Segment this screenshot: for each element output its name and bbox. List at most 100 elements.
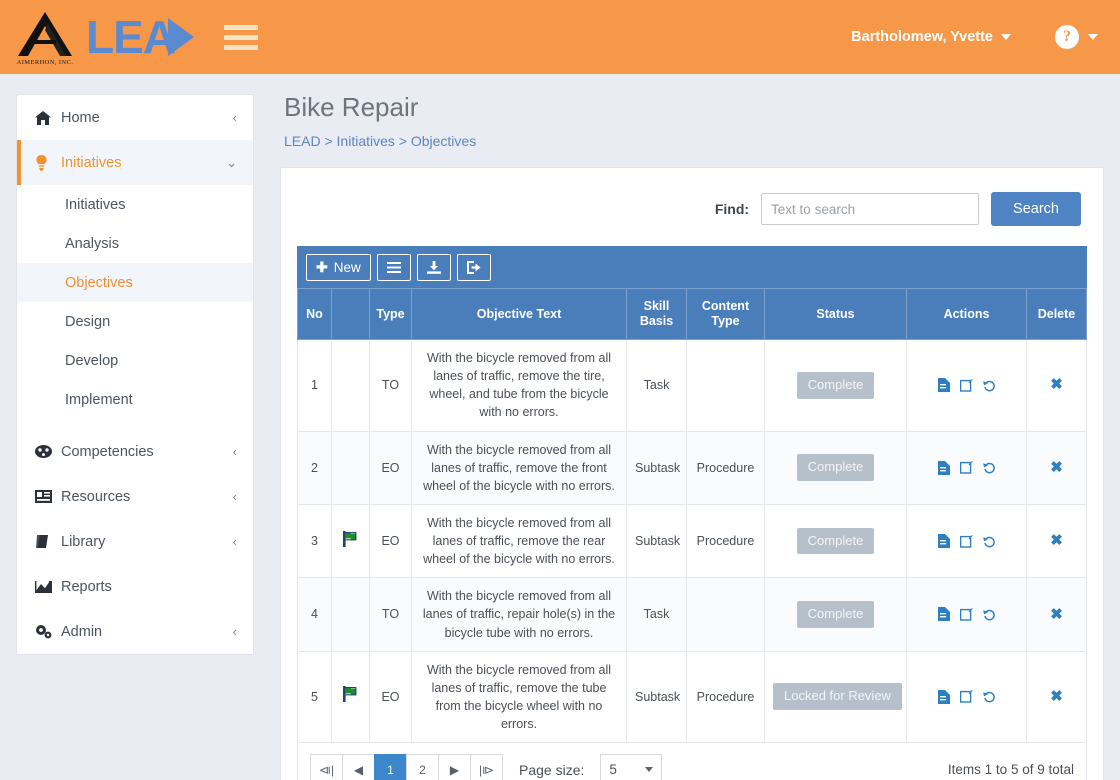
history-icon[interactable] xyxy=(982,535,996,548)
document-icon[interactable] xyxy=(937,607,950,622)
history-icon[interactable] xyxy=(982,690,996,703)
sidebar-item-label: Competencies xyxy=(61,443,154,460)
sidebar-item-reports[interactable]: Reports xyxy=(17,564,253,609)
next-page-button[interactable]: ▶ xyxy=(438,754,471,780)
document-icon[interactable] xyxy=(937,534,950,549)
sidebar-item-label: Library xyxy=(61,533,106,550)
sidebar-item-home[interactable]: Home ‹ xyxy=(17,95,253,140)
cell-status: Complete xyxy=(764,577,907,652)
sidebar-item-initiatives[interactable]: Initiatives ⌄ xyxy=(17,140,253,185)
sidebar-item-competencies[interactable]: Competencies ‹ xyxy=(17,429,253,474)
objectives-panel: Find: Search ✚ New xyxy=(280,167,1104,780)
brand-logo[interactable]: AIMERHON, INC. LEA xyxy=(0,10,194,66)
prev-page-button[interactable]: ◀ xyxy=(342,754,375,780)
page-title: Bike Repair xyxy=(284,92,419,122)
import-arrow-icon[interactable] xyxy=(456,254,491,281)
cell-actions xyxy=(906,650,1027,744)
sidebar-subitem-initiatives[interactable]: Initiatives xyxy=(17,185,253,224)
th-type[interactable]: Type xyxy=(369,288,412,340)
th-content-type[interactable]: Content Type xyxy=(686,288,765,340)
table-row[interactable]: 4 TO With the bicycle removed from all l… xyxy=(297,577,1087,652)
puzzle-icon xyxy=(35,445,61,458)
sidebar-item-label: Reports xyxy=(61,578,112,595)
list-menu-icon[interactable] xyxy=(376,254,411,281)
sidebar-item-library[interactable]: Library ‹ xyxy=(17,519,253,564)
lead-arrow-glyph xyxy=(168,18,194,56)
hamburger-bar xyxy=(224,44,258,50)
sidebar-subitem-design[interactable]: Design xyxy=(17,302,253,341)
sidebar-item-label: Resources xyxy=(61,488,131,505)
page-2-button[interactable]: 2 xyxy=(406,754,439,780)
sidebar-item-label: Home xyxy=(61,109,100,126)
history-icon[interactable] xyxy=(982,379,996,392)
edit-icon[interactable] xyxy=(959,607,973,621)
status-badge: Complete xyxy=(796,454,875,482)
user-menu[interactable]: Bartholomew, Yvette xyxy=(851,29,1011,45)
table-row[interactable]: 2 EO With the bicycle removed from all l… xyxy=(297,430,1087,505)
edit-icon[interactable] xyxy=(959,690,973,704)
cell-status: Complete xyxy=(764,339,907,432)
chart-area-icon xyxy=(35,580,61,593)
find-row: Find: Search xyxy=(297,184,1087,246)
chevron-left-icon: ‹ xyxy=(232,110,237,125)
delete-icon[interactable]: ✖ xyxy=(1050,532,1063,549)
sidebar-subitem-objectives[interactable]: Objectives xyxy=(17,263,253,302)
th-flag[interactable] xyxy=(331,288,370,340)
sidebar-subitem-analysis[interactable]: Analysis xyxy=(17,224,253,263)
book-icon xyxy=(35,534,61,549)
cell-flag xyxy=(331,577,370,652)
cell-skill-basis: Task xyxy=(626,577,687,652)
history-icon[interactable] xyxy=(982,608,996,621)
cell-actions xyxy=(906,577,1027,652)
th-skill-basis[interactable]: Skill Basis xyxy=(626,288,687,340)
edit-icon[interactable] xyxy=(959,461,973,474)
search-input[interactable] xyxy=(761,193,980,225)
delete-icon[interactable]: ✖ xyxy=(1050,459,1063,476)
table-row[interactable]: 5 EO With the bicycle removed from all l… xyxy=(297,650,1087,744)
pagination-buttons: ⧏| ◀ 1 2 ▶ |⧐ xyxy=(310,754,503,780)
th-actions[interactable]: Actions xyxy=(906,288,1027,340)
th-delete[interactable]: Delete xyxy=(1026,288,1087,340)
th-objective-text[interactable]: Objective Text xyxy=(411,288,627,340)
cell-status: Locked for Review xyxy=(764,650,907,744)
page-1-button[interactable]: 1 xyxy=(374,754,407,780)
delete-icon[interactable]: ✖ xyxy=(1050,688,1063,705)
table-row[interactable]: 3 EO With the bicycle removed from all l… xyxy=(297,503,1087,579)
cell-actions xyxy=(906,430,1027,505)
subitem-label: Objectives xyxy=(65,274,133,291)
document-icon[interactable] xyxy=(937,460,950,475)
top-header-bar: AIMERHON, INC. LEA Bartholomew, Yvette ? xyxy=(0,0,1120,74)
cell-no: 2 xyxy=(297,430,332,505)
delete-icon[interactable]: ✖ xyxy=(1050,606,1063,623)
new-button[interactable]: ✚ New xyxy=(306,254,371,281)
table-row[interactable]: 1 TO With the bicycle removed from all l… xyxy=(297,339,1087,432)
cell-status: Complete xyxy=(764,503,907,579)
sidebar-subitem-develop[interactable]: Develop xyxy=(17,341,253,380)
delete-icon[interactable]: ✖ xyxy=(1050,376,1063,393)
cell-objective-text: With the bicycle removed from all lanes … xyxy=(411,577,627,652)
document-icon[interactable] xyxy=(937,378,950,393)
grid-toolbar: ✚ New xyxy=(297,246,1087,288)
document-icon[interactable] xyxy=(937,689,950,704)
logo-caption: AIMERHON, INC. xyxy=(16,59,74,66)
hamburger-bar xyxy=(224,24,258,30)
th-no[interactable]: No xyxy=(297,288,332,340)
last-page-button[interactable]: |⧐ xyxy=(470,754,503,780)
first-page-button[interactable]: ⧏| xyxy=(310,754,343,780)
th-status[interactable]: Status xyxy=(764,288,907,340)
edit-icon[interactable] xyxy=(959,534,973,548)
sidebar-subitem-implement[interactable]: Implement xyxy=(17,380,253,419)
edit-icon[interactable] xyxy=(959,378,973,392)
help-menu[interactable]: ? xyxy=(1055,25,1098,49)
hamburger-icon[interactable] xyxy=(224,24,258,50)
history-icon[interactable] xyxy=(982,461,996,474)
sidebar-item-admin[interactable]: Admin ‹ xyxy=(17,609,253,654)
news-icon xyxy=(35,490,61,503)
sidebar-item-resources[interactable]: Resources ‹ xyxy=(17,474,253,519)
page-size-select[interactable]: 5 xyxy=(600,754,663,780)
search-button[interactable]: Search xyxy=(991,192,1081,226)
download-icon[interactable] xyxy=(416,254,451,281)
cell-objective-text: With the bicycle removed from all lanes … xyxy=(411,503,627,579)
breadcrumb[interactable]: LEAD > Initiatives > Objectives xyxy=(284,133,1104,149)
chevron-left-icon: ‹ xyxy=(232,444,237,459)
